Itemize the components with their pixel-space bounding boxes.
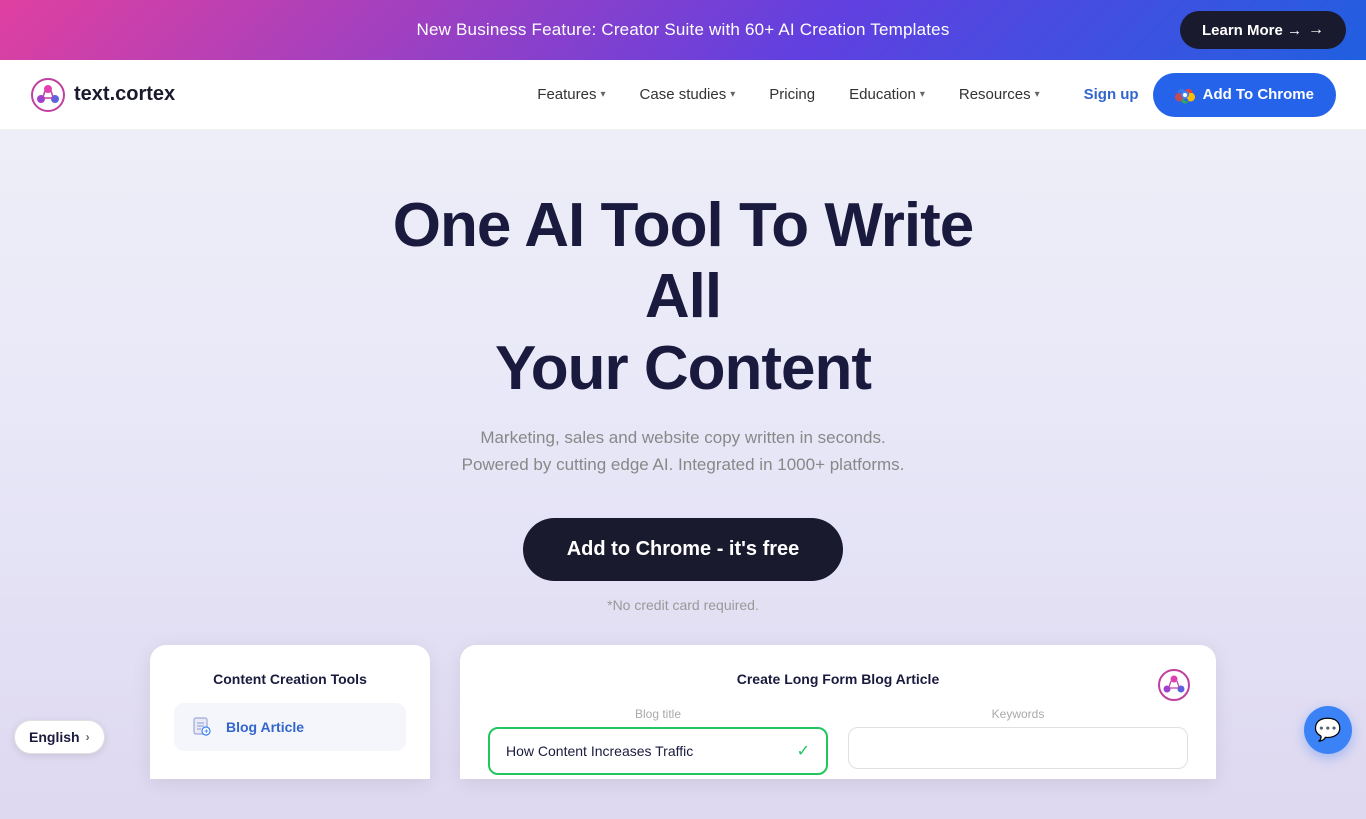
- nav-resources[interactable]: Resources ▾: [945, 78, 1054, 111]
- long-form-blog-card: Create Long Form Blog Article Blog title…: [460, 645, 1216, 779]
- add-to-chrome-nav-button[interactable]: Add To Chrome: [1153, 73, 1336, 117]
- chevron-right-icon: ›: [86, 730, 90, 744]
- navbar: text.cortex Features ▾ Case studies ▾ Pr…: [0, 60, 1366, 130]
- nav-actions: Sign up Add To Chrome: [1084, 73, 1336, 117]
- hero-title: One AI Tool To Write All Your Content: [383, 190, 983, 404]
- card2-title: Create Long Form Blog Article: [488, 671, 1188, 687]
- nav-pricing[interactable]: Pricing: [755, 78, 829, 111]
- blog-title-label: Blog title: [488, 707, 828, 721]
- hero-cta-button[interactable]: Add to Chrome - it's free: [523, 518, 844, 581]
- card2-icon: [1156, 667, 1192, 703]
- language-selector[interactable]: English ›: [14, 720, 105, 754]
- keywords-group: Keywords: [848, 707, 1188, 775]
- chevron-down-icon: ▾: [920, 89, 925, 100]
- card1-title: Content Creation Tools: [174, 671, 406, 687]
- add-to-chrome-nav-label: Add To Chrome: [1203, 86, 1314, 103]
- language-label: English: [29, 729, 80, 745]
- chrome-icon: [1175, 85, 1195, 105]
- nav-links: Features ▾ Case studies ▾ Pricing Educat…: [523, 78, 1053, 111]
- blog-article-icon: +: [188, 713, 216, 741]
- logo-icon: [30, 77, 66, 113]
- learn-more-button[interactable]: Learn More →: [1180, 11, 1346, 49]
- sign-up-link[interactable]: Sign up: [1084, 86, 1139, 103]
- blog-title-input[interactable]: How Content Increases Traffic ✓: [488, 727, 828, 775]
- logo[interactable]: text.cortex: [30, 77, 175, 113]
- chevron-down-icon: ▾: [600, 89, 605, 100]
- keywords-input[interactable]: [848, 727, 1188, 769]
- nav-education[interactable]: Education ▾: [835, 78, 939, 111]
- hero-subtitle: Marketing, sales and website copy writte…: [30, 424, 1336, 478]
- top-banner: New Business Feature: Creator Suite with…: [0, 0, 1366, 60]
- hero-section: One AI Tool To Write All Your Content Ma…: [0, 130, 1366, 819]
- logo-text: text.cortex: [74, 83, 175, 106]
- blog-title-group: Blog title How Content Increases Traffic…: [488, 707, 828, 775]
- nav-features[interactable]: Features ▾: [523, 78, 619, 111]
- content-creation-tools-card: Content Creation Tools + Blog Article: [150, 645, 430, 779]
- blog-form-row: Blog title How Content Increases Traffic…: [488, 707, 1188, 775]
- chevron-down-icon: ▾: [1035, 89, 1040, 100]
- no-credit-card-text: *No credit card required.: [607, 597, 759, 613]
- blog-article-item[interactable]: + Blog Article: [174, 703, 406, 751]
- chevron-down-icon: ▾: [730, 89, 735, 100]
- cards-section: Content Creation Tools + Blog Article C: [30, 645, 1336, 779]
- svg-text:+: +: [204, 729, 208, 736]
- check-icon: ✓: [797, 741, 810, 761]
- nav-case-studies[interactable]: Case studies ▾: [626, 78, 750, 111]
- chat-icon: 💬: [1314, 717, 1341, 743]
- banner-text: New Business Feature: Creator Suite with…: [416, 20, 949, 40]
- chat-widget[interactable]: 💬: [1304, 706, 1352, 754]
- keywords-label: Keywords: [848, 707, 1188, 721]
- blog-article-label: Blog Article: [226, 719, 304, 735]
